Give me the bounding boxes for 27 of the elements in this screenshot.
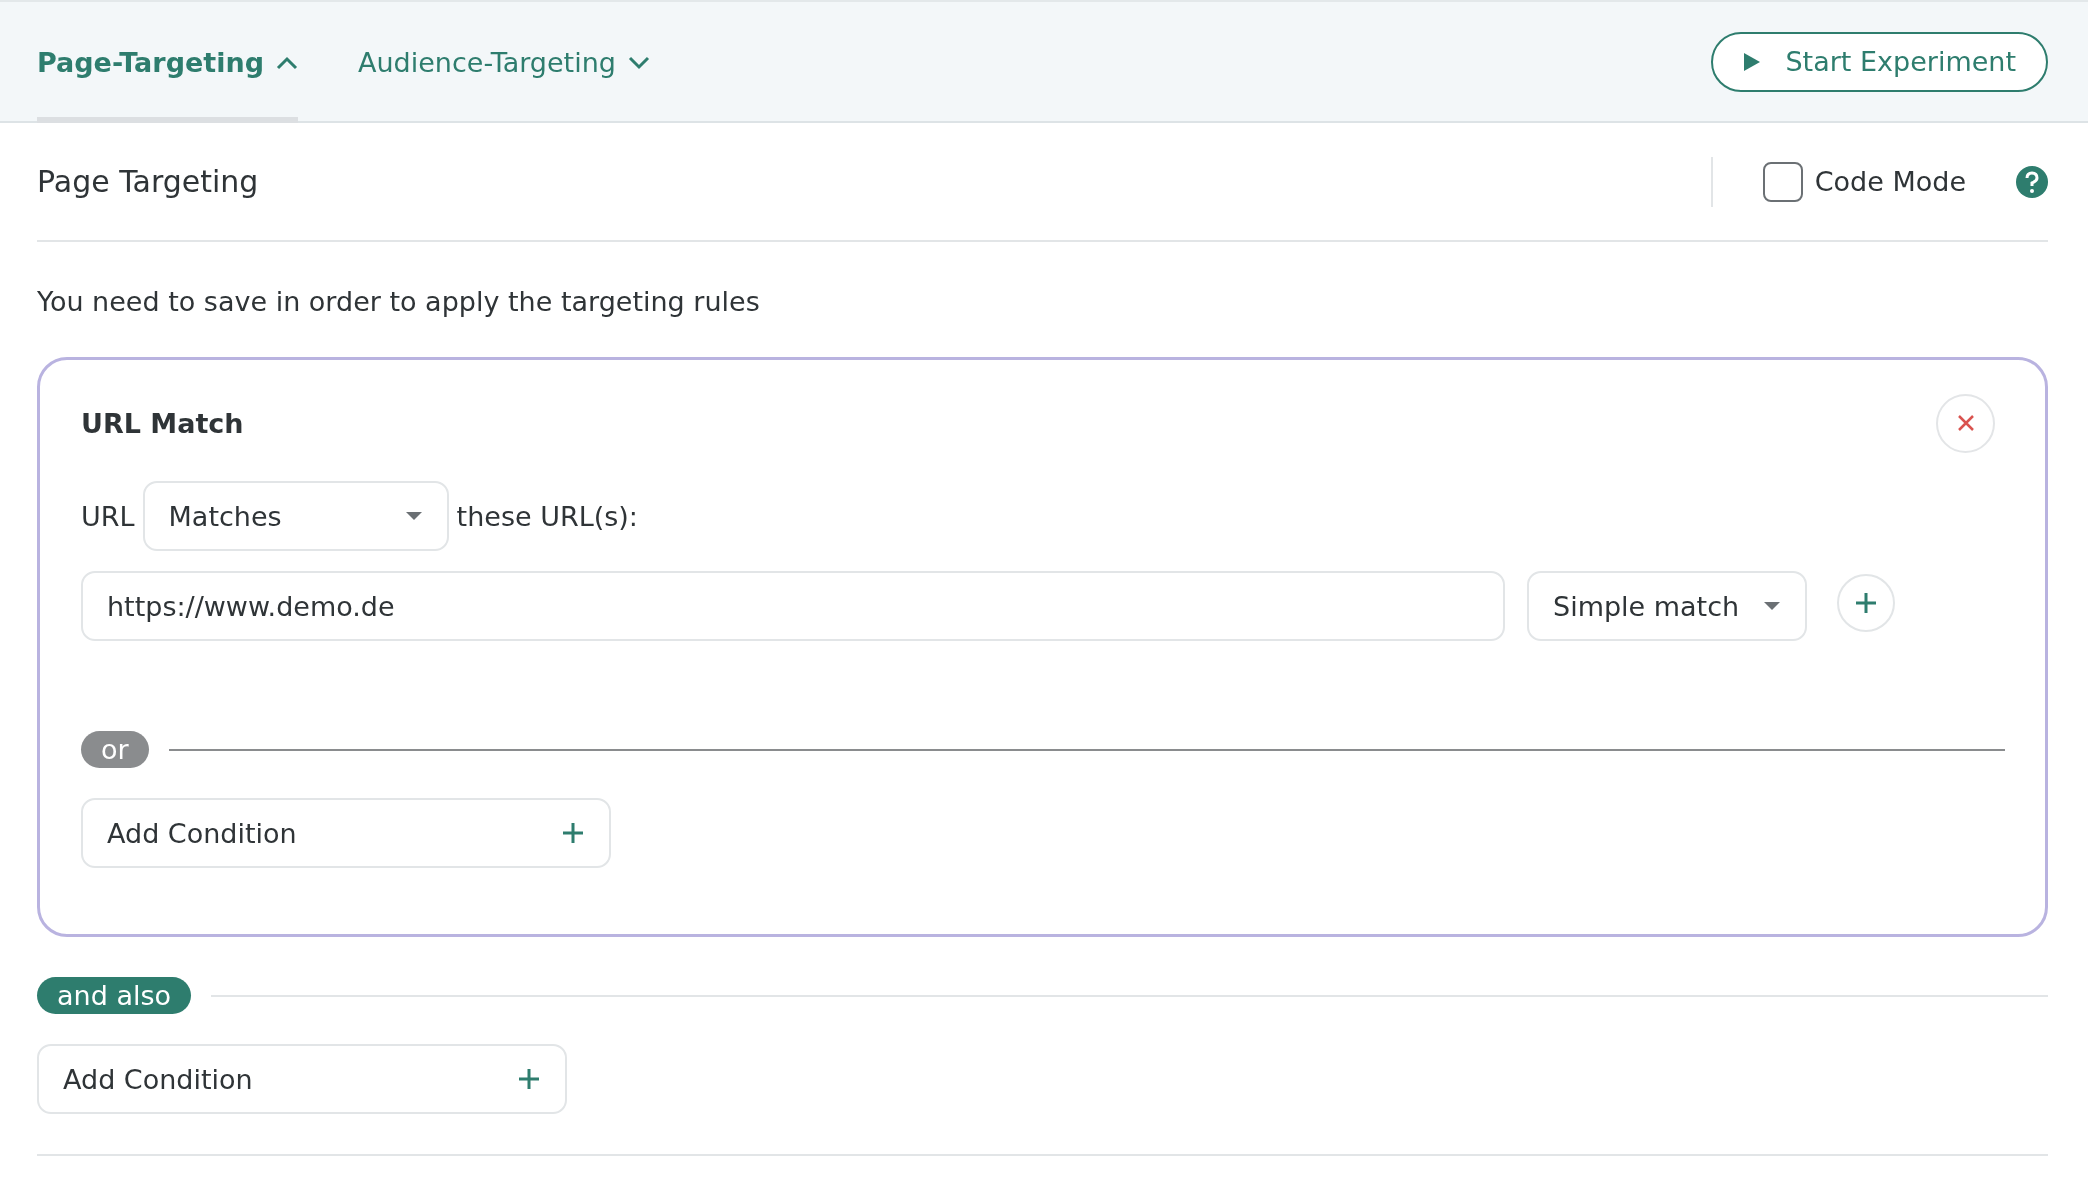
match-type-select[interactable]: Simple match — [1527, 571, 1807, 641]
add-condition-button[interactable]: Add Condition — [37, 1044, 567, 1114]
caret-icon — [404, 511, 423, 521]
tab[interactable]: Audience-Targeting — [358, 2, 650, 123]
operator-suffix: these URL(s): — [456, 500, 638, 532]
url-input-field[interactable]: https://www.demo.de — [81, 571, 1505, 641]
and-also-label: and also — [37, 977, 191, 1014]
code-mode-checkbox[interactable] — [1762, 161, 1803, 202]
notice-text: You need to save in order to apply the targeting rules — [37, 286, 761, 317]
plus-icon — [1854, 591, 1878, 615]
close-icon — [1956, 414, 1975, 432]
caret-icon — [1763, 601, 1781, 611]
add-condition-button[interactable]: Add Condition — [81, 798, 611, 868]
card-title: URL Match — [81, 407, 244, 439]
chevron-down-icon — [627, 55, 650, 70]
tab[interactable]: Page-Targeting — [37, 2, 298, 123]
plus-icon — [517, 1067, 541, 1091]
url-label: URL — [81, 500, 135, 532]
code-mode-label: Code Mode — [1814, 166, 1966, 197]
or-label: or — [81, 731, 149, 768]
chevron-up-icon — [276, 55, 298, 70]
start-experiment-button[interactable]: Start Experiment — [1711, 31, 2048, 92]
plus-icon — [561, 821, 585, 845]
play-icon — [1743, 51, 1762, 72]
operator-select[interactable]: Matches — [142, 481, 449, 551]
section-title: Page Targeting — [37, 164, 260, 199]
help-icon[interactable] — [2016, 165, 2048, 198]
